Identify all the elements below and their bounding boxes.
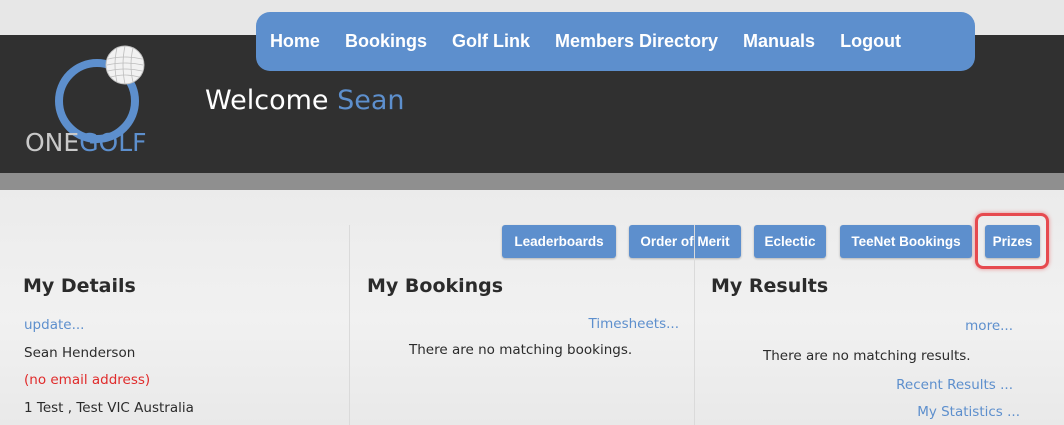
nav-golf-link[interactable]: Golf Link <box>452 31 530 52</box>
main-nav: Home Bookings Golf Link Members Director… <box>256 12 975 71</box>
member-name: Sean Henderson <box>24 345 136 361</box>
teenet-bookings-button[interactable]: TeeNet Bookings <box>840 225 972 258</box>
welcome-user-name: Sean <box>337 85 405 116</box>
eclectic-button[interactable]: Eclectic <box>754 225 826 258</box>
recent-results-link[interactable]: Recent Results ... <box>896 377 1013 393</box>
order-of-merit-button[interactable]: Order of Merit <box>629 225 741 258</box>
nav-manuals[interactable]: Manuals <box>743 31 815 52</box>
my-statistics-link[interactable]: My Statistics ... <box>917 404 1020 420</box>
welcome-message: Welcome Sean <box>205 85 405 116</box>
prizes-button[interactable]: Prizes <box>985 225 1040 258</box>
more-results-link[interactable]: more... <box>965 318 1013 334</box>
header-bottom-band <box>0 173 1064 190</box>
nav-logout[interactable]: Logout <box>840 31 901 52</box>
leaderboards-button[interactable]: Leaderboards <box>502 225 616 258</box>
logo-text-golf: GOLF <box>79 128 147 157</box>
bookings-empty-message: There are no matching bookings. <box>409 342 633 358</box>
timesheets-link[interactable]: Timesheets... <box>589 316 679 332</box>
nav-bookings[interactable]: Bookings <box>345 31 427 52</box>
logo-text-one: ONE <box>25 128 80 157</box>
my-results-title: My Results <box>711 275 829 297</box>
column-divider <box>349 225 350 425</box>
column-divider <box>694 225 695 425</box>
nav-home[interactable]: Home <box>270 31 320 52</box>
update-details-link[interactable]: update... <box>24 317 84 333</box>
results-empty-message: There are no matching results. <box>763 348 971 364</box>
my-bookings-title: My Bookings <box>367 275 504 297</box>
member-address: 1 Test , Test VIC Australia <box>24 400 194 416</box>
welcome-prefix: Welcome <box>205 85 329 116</box>
my-details-title: My Details <box>23 275 136 297</box>
member-email: (no email address) <box>24 372 151 388</box>
nav-members-directory[interactable]: Members Directory <box>555 31 718 52</box>
logo-wordmark[interactable]: ONEGOLF <box>25 128 147 157</box>
